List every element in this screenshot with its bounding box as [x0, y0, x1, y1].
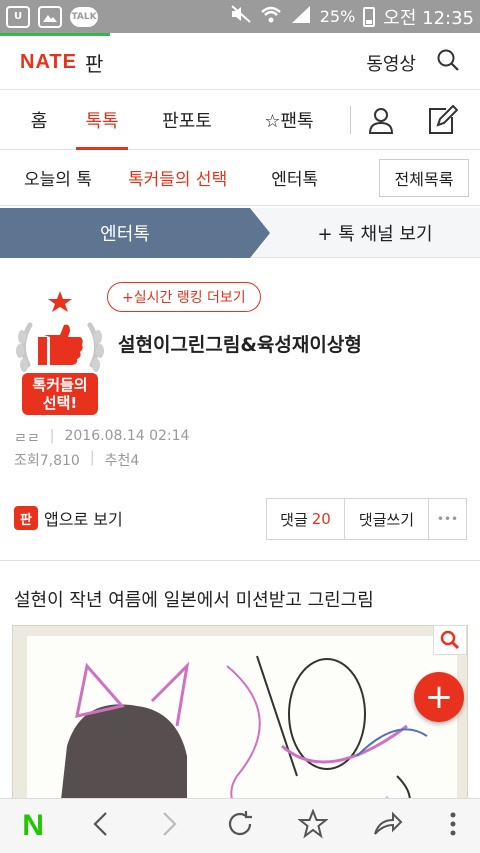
- u-plus-icon: U: [6, 5, 30, 28]
- channel-more-button[interactable]: + 톡 채널 보기: [270, 208, 480, 258]
- post-date: 2016.08.14 02:14: [64, 428, 190, 444]
- write-icon[interactable]: [426, 104, 459, 139]
- tab-pann-photo[interactable]: 판포토: [160, 90, 214, 150]
- all-list-button[interactable]: 전체목록: [379, 159, 469, 197]
- article-title: 설현이그린그림&육성재이상형: [118, 334, 362, 356]
- refresh-icon[interactable]: [226, 810, 254, 842]
- tab-toktok-label: 톡톡: [85, 110, 119, 132]
- floating-add-button[interactable]: +: [414, 672, 464, 722]
- sub-tabs: 오늘의 톡 톡커들의 선택 엔터톡 전체목록: [0, 150, 480, 206]
- comments-label: 댓글: [280, 510, 308, 529]
- user-icon[interactable]: [367, 106, 395, 138]
- subtab-talkers-choice[interactable]: 톡커들의 선택: [128, 165, 227, 190]
- app-header: NATE 판 동영상: [0, 36, 480, 90]
- bookmark-star-icon[interactable]: [297, 808, 330, 843]
- article-meta-author: ㄹㄹ | 2016.08.14 02:14: [14, 428, 189, 448]
- zoom-icon[interactable]: [433, 625, 467, 655]
- meta-separator: |: [89, 450, 95, 466]
- more-button[interactable]: •••: [429, 499, 466, 539]
- back-icon[interactable]: [89, 810, 113, 842]
- nate-pann-logo[interactable]: NATE 판: [20, 48, 103, 77]
- wifi-icon: [260, 4, 282, 29]
- meta-separator: |: [49, 428, 55, 444]
- channel-current[interactable]: 엔터톡: [0, 208, 250, 258]
- comment-count: 20: [311, 510, 331, 528]
- naver-home-button[interactable]: N: [22, 809, 44, 843]
- tab-home[interactable]: 홈: [28, 90, 50, 150]
- comments-button[interactable]: 댓글 20: [267, 499, 345, 539]
- signal-icon: [290, 4, 312, 29]
- author: ㄹㄹ: [14, 431, 40, 447]
- recommend-count: 추천4: [104, 453, 140, 469]
- video-link[interactable]: 동영상: [366, 50, 416, 76]
- subtab-enter-talk[interactable]: 엔터톡: [271, 165, 318, 190]
- write-comment-button[interactable]: 댓글쓰기: [345, 499, 429, 539]
- article-image[interactable]: [12, 625, 468, 805]
- forward-icon[interactable]: [157, 810, 181, 842]
- view-count: 조회7,810: [14, 453, 80, 469]
- tab-fan-talk[interactable]: ☆팬톡: [258, 90, 320, 150]
- channel-bar: 엔터톡 + 톡 채널 보기: [0, 208, 480, 258]
- section-divider: [0, 560, 480, 561]
- pann-app-icon: 판: [14, 506, 38, 530]
- more-menu-icon[interactable]: [448, 810, 458, 842]
- kakaotalk-icon: TALK: [70, 6, 98, 27]
- status-bar: U TALK 25% 오전 12:35: [0, 0, 480, 33]
- browser-bottom-bar: N: [0, 798, 480, 853]
- badge-line2: 선택!: [42, 394, 78, 412]
- open-in-app-button[interactable]: 판 앱으로 보기: [14, 506, 123, 530]
- realtime-ranking-button[interactable]: +실시간 랭킹 더보기: [107, 282, 261, 312]
- tab-fan-talk-label: ☆팬톡: [264, 110, 314, 132]
- battery-icon: [363, 6, 376, 27]
- tab-toktok[interactable]: 톡톡: [76, 90, 128, 150]
- article-meta-stats: 조회7,810 | 추천4: [14, 450, 139, 470]
- tab-pann-photo-label: 판포토: [162, 110, 212, 132]
- gallery-icon: [38, 5, 62, 28]
- logo-text: NATE: [20, 51, 77, 73]
- subtab-today[interactable]: 오늘의 톡: [24, 165, 92, 190]
- comment-bar: 댓글 20 댓글쓰기 •••: [266, 498, 467, 540]
- badge-text: 톡커들의 선택!: [22, 376, 98, 412]
- share-icon[interactable]: [373, 810, 403, 842]
- badge-line1: 톡커들의: [32, 376, 88, 394]
- drawing-paper: [27, 636, 457, 804]
- talkers-choice-badge: 톡커들의 선택!: [12, 285, 108, 417]
- clock: 오전 12:35: [383, 7, 474, 29]
- tab-divider: [350, 106, 351, 134]
- battery-percent: 25%: [319, 7, 356, 26]
- mute-icon: [230, 4, 252, 29]
- article-body-text: 설현이 작년 여름에 일본에서 미션받고 그린그림: [14, 590, 374, 611]
- open-in-app-label: 앱으로 보기: [44, 510, 123, 529]
- tab-home-label: 홈: [30, 110, 48, 132]
- logo-sub: 판: [84, 52, 104, 76]
- main-tabs: 홈 톡톡 판포토 ☆팬톡: [0, 90, 480, 150]
- search-icon[interactable]: [436, 48, 460, 77]
